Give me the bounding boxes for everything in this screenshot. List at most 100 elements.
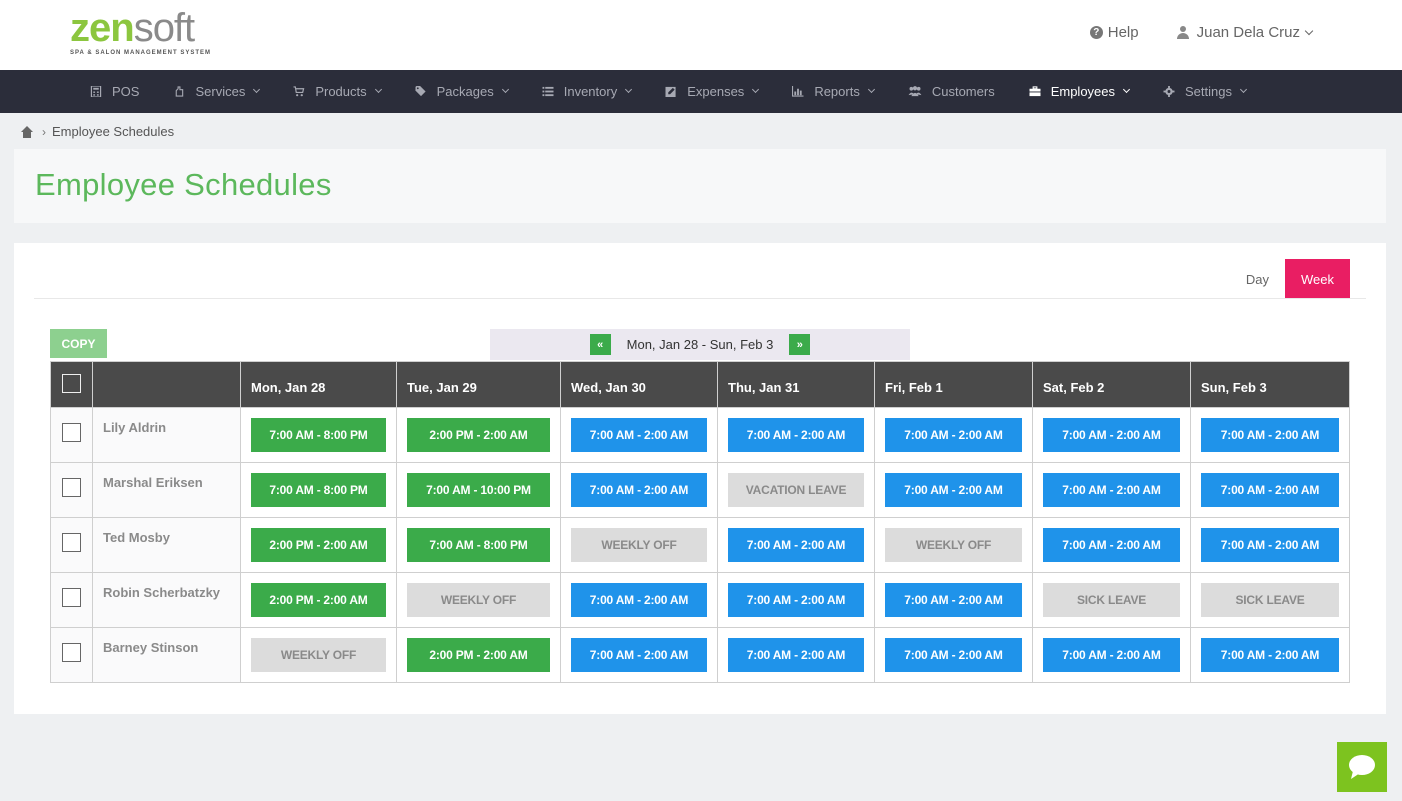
nav-label: POS (112, 84, 140, 99)
shift-badge[interactable]: 7:00 AM - 2:00 AM (1201, 473, 1339, 507)
logo-tagline: SPA & SALON MANAGEMENT SYSTEM (70, 50, 212, 56)
shift-badge[interactable]: 7:00 AM - 8:00 PM (251, 418, 386, 452)
row-checkbox[interactable] (62, 643, 81, 662)
tags-icon (415, 86, 426, 97)
week-range-label: Mon, Jan 28 - Sun, Feb 3 (626, 337, 774, 352)
row-select-cell (50, 517, 93, 573)
day-header: Fri, Feb 1 (874, 361, 1033, 408)
shift-cell: VACATION LEAVE (717, 462, 875, 518)
shift-badge[interactable]: 7:00 AM - 2:00 AM (885, 583, 1022, 617)
shift-badge[interactable]: 7:00 AM - 2:00 AM (571, 583, 707, 617)
help-link[interactable]: ? Help (1089, 24, 1139, 41)
list-icon (542, 86, 554, 97)
day-header: Sat, Feb 2 (1032, 361, 1191, 408)
edit-icon (665, 86, 676, 97)
shift-badge[interactable]: 7:00 AM - 2:00 AM (1043, 638, 1180, 672)
select-all-checkbox[interactable] (62, 373, 81, 393)
shift-cell: SICK LEAVE (1032, 572, 1191, 628)
shift-badge[interactable]: 7:00 AM - 8:00 PM (407, 528, 550, 562)
view-toggle: Day Week (1230, 259, 1350, 299)
employee-header-cell (92, 361, 241, 408)
leave-badge[interactable]: SICK LEAVE (1201, 583, 1339, 617)
leave-badge[interactable]: SICK LEAVE (1043, 583, 1180, 617)
chevron-down-icon (374, 85, 382, 94)
shift-badge[interactable]: 7:00 AM - 2:00 AM (571, 473, 707, 507)
nav-item-pos[interactable]: POS (90, 84, 139, 99)
row-checkbox[interactable] (62, 533, 81, 552)
shift-badge[interactable]: 7:00 AM - 2:00 AM (571, 638, 707, 672)
nav-item-customers[interactable]: Customers (908, 84, 995, 99)
shift-badge[interactable]: 7:00 AM - 2:00 AM (1043, 473, 1180, 507)
leave-badge[interactable]: WEEKLY OFF (407, 583, 550, 617)
copy-button[interactable]: COPY (50, 329, 107, 358)
zensoft-logo[interactable]: zensoft SPA & SALON MANAGEMENT SYSTEM (70, 8, 220, 64)
nav-item-employees[interactable]: Employees (1029, 84, 1131, 99)
shift-badge[interactable]: 7:00 AM - 2:00 AM (1043, 528, 1180, 562)
shift-badge[interactable]: 2:00 PM - 2:00 AM (407, 638, 550, 672)
home-icon[interactable] (20, 125, 34, 138)
chevron-down-icon (1304, 26, 1314, 35)
shift-badge[interactable]: 7:00 AM - 2:00 AM (885, 638, 1022, 672)
shift-badge[interactable]: 7:00 AM - 2:00 AM (728, 418, 864, 452)
shift-badge[interactable]: 7:00 AM - 2:00 AM (1201, 418, 1339, 452)
shift-cell: 7:00 AM - 2:00 AM (717, 407, 875, 463)
day-header: Tue, Jan 29 (396, 361, 561, 408)
shift-badge[interactable]: 2:00 PM - 2:00 AM (407, 418, 550, 452)
user-menu[interactable]: Juan Dela Cruz (1176, 24, 1314, 41)
nav-item-expenses[interactable]: Expenses (665, 84, 760, 99)
shift-cell: 7:00 AM - 2:00 AM (874, 572, 1033, 628)
top-header: zensoft SPA & SALON MANAGEMENT SYSTEM ? … (0, 0, 1402, 70)
shift-cell: 7:00 AM - 2:00 AM (1032, 407, 1191, 463)
table-header-row: Mon, Jan 28 Tue, Jan 29 Wed, Jan 30 Thu,… (50, 361, 1350, 408)
shift-badge[interactable]: 7:00 AM - 2:00 AM (571, 418, 707, 452)
chevron-down-icon (625, 85, 633, 94)
shift-cell: 7:00 AM - 2:00 AM (1032, 627, 1191, 683)
nav-label: Customers (931, 84, 995, 99)
shift-badge[interactable]: 2:00 PM - 2:00 AM (251, 583, 386, 617)
week-view-button[interactable]: Week (1285, 259, 1350, 299)
chat-bubble-icon (1349, 755, 1375, 779)
employee-name: Robin Scherbatzky (92, 572, 241, 628)
next-week-button[interactable]: » (789, 334, 811, 355)
row-select-cell (50, 627, 93, 683)
shift-badge[interactable]: 7:00 AM - 2:00 AM (885, 418, 1022, 452)
shift-badge[interactable]: 7:00 AM - 2:00 AM (1043, 418, 1180, 452)
shift-cell: 7:00 AM - 2:00 AM (560, 407, 718, 463)
previous-week-button[interactable]: « (589, 334, 611, 355)
shift-badge[interactable]: 7:00 AM - 2:00 AM (1201, 528, 1339, 562)
table-row: Robin Scherbatzky 2:00 PM - 2:00 AM WEEKLY… (50, 572, 1350, 628)
shift-badge[interactable]: 7:00 AM - 2:00 AM (728, 583, 864, 617)
page-header-panel: Employee Schedules (14, 149, 1386, 223)
day-view-button[interactable]: Day (1230, 259, 1285, 299)
shift-badge[interactable]: 2:00 PM - 2:00 AM (251, 528, 386, 562)
nav-item-products[interactable]: Products (293, 84, 382, 99)
briefcase-icon (1029, 86, 1041, 97)
chevron-down-icon (867, 85, 875, 94)
nav-item-settings[interactable]: Settings (1163, 84, 1248, 99)
users-icon (908, 86, 922, 97)
breadcrumb: › Employee Schedules (20, 124, 174, 139)
shift-cell: 7:00 AM - 8:00 PM (240, 407, 397, 463)
row-checkbox[interactable] (62, 423, 81, 442)
nav-item-inventory[interactable]: Inventory (542, 84, 633, 99)
leave-badge[interactable]: WEEKLY OFF (885, 528, 1022, 562)
employee-name: Barney Stinson (92, 627, 241, 683)
chevron-down-icon (501, 85, 509, 94)
nav-item-packages[interactable]: Packages (415, 84, 509, 99)
leave-badge[interactable]: WEEKLY OFF (571, 528, 707, 562)
shift-badge[interactable]: 7:00 AM - 8:00 PM (251, 473, 386, 507)
shift-badge[interactable]: 7:00 AM - 2:00 AM (728, 638, 864, 672)
nav-item-services[interactable]: Services (173, 84, 261, 99)
chevron-down-icon (752, 85, 760, 94)
shift-badge[interactable]: 7:00 AM - 2:00 AM (885, 473, 1022, 507)
shift-badge[interactable]: 7:00 AM - 2:00 AM (1201, 638, 1339, 672)
row-checkbox[interactable] (62, 478, 81, 497)
row-checkbox[interactable] (62, 588, 81, 607)
leave-badge[interactable]: VACATION LEAVE (728, 473, 864, 507)
shift-badge[interactable]: 7:00 AM - 2:00 AM (728, 528, 864, 562)
user-icon (1176, 26, 1189, 39)
nav-item-reports[interactable]: Reports (792, 84, 875, 99)
chat-button[interactable] (1337, 742, 1387, 792)
shift-badge[interactable]: 7:00 AM - 10:00 PM (407, 473, 550, 507)
leave-badge[interactable]: WEEKLY OFF (251, 638, 386, 672)
